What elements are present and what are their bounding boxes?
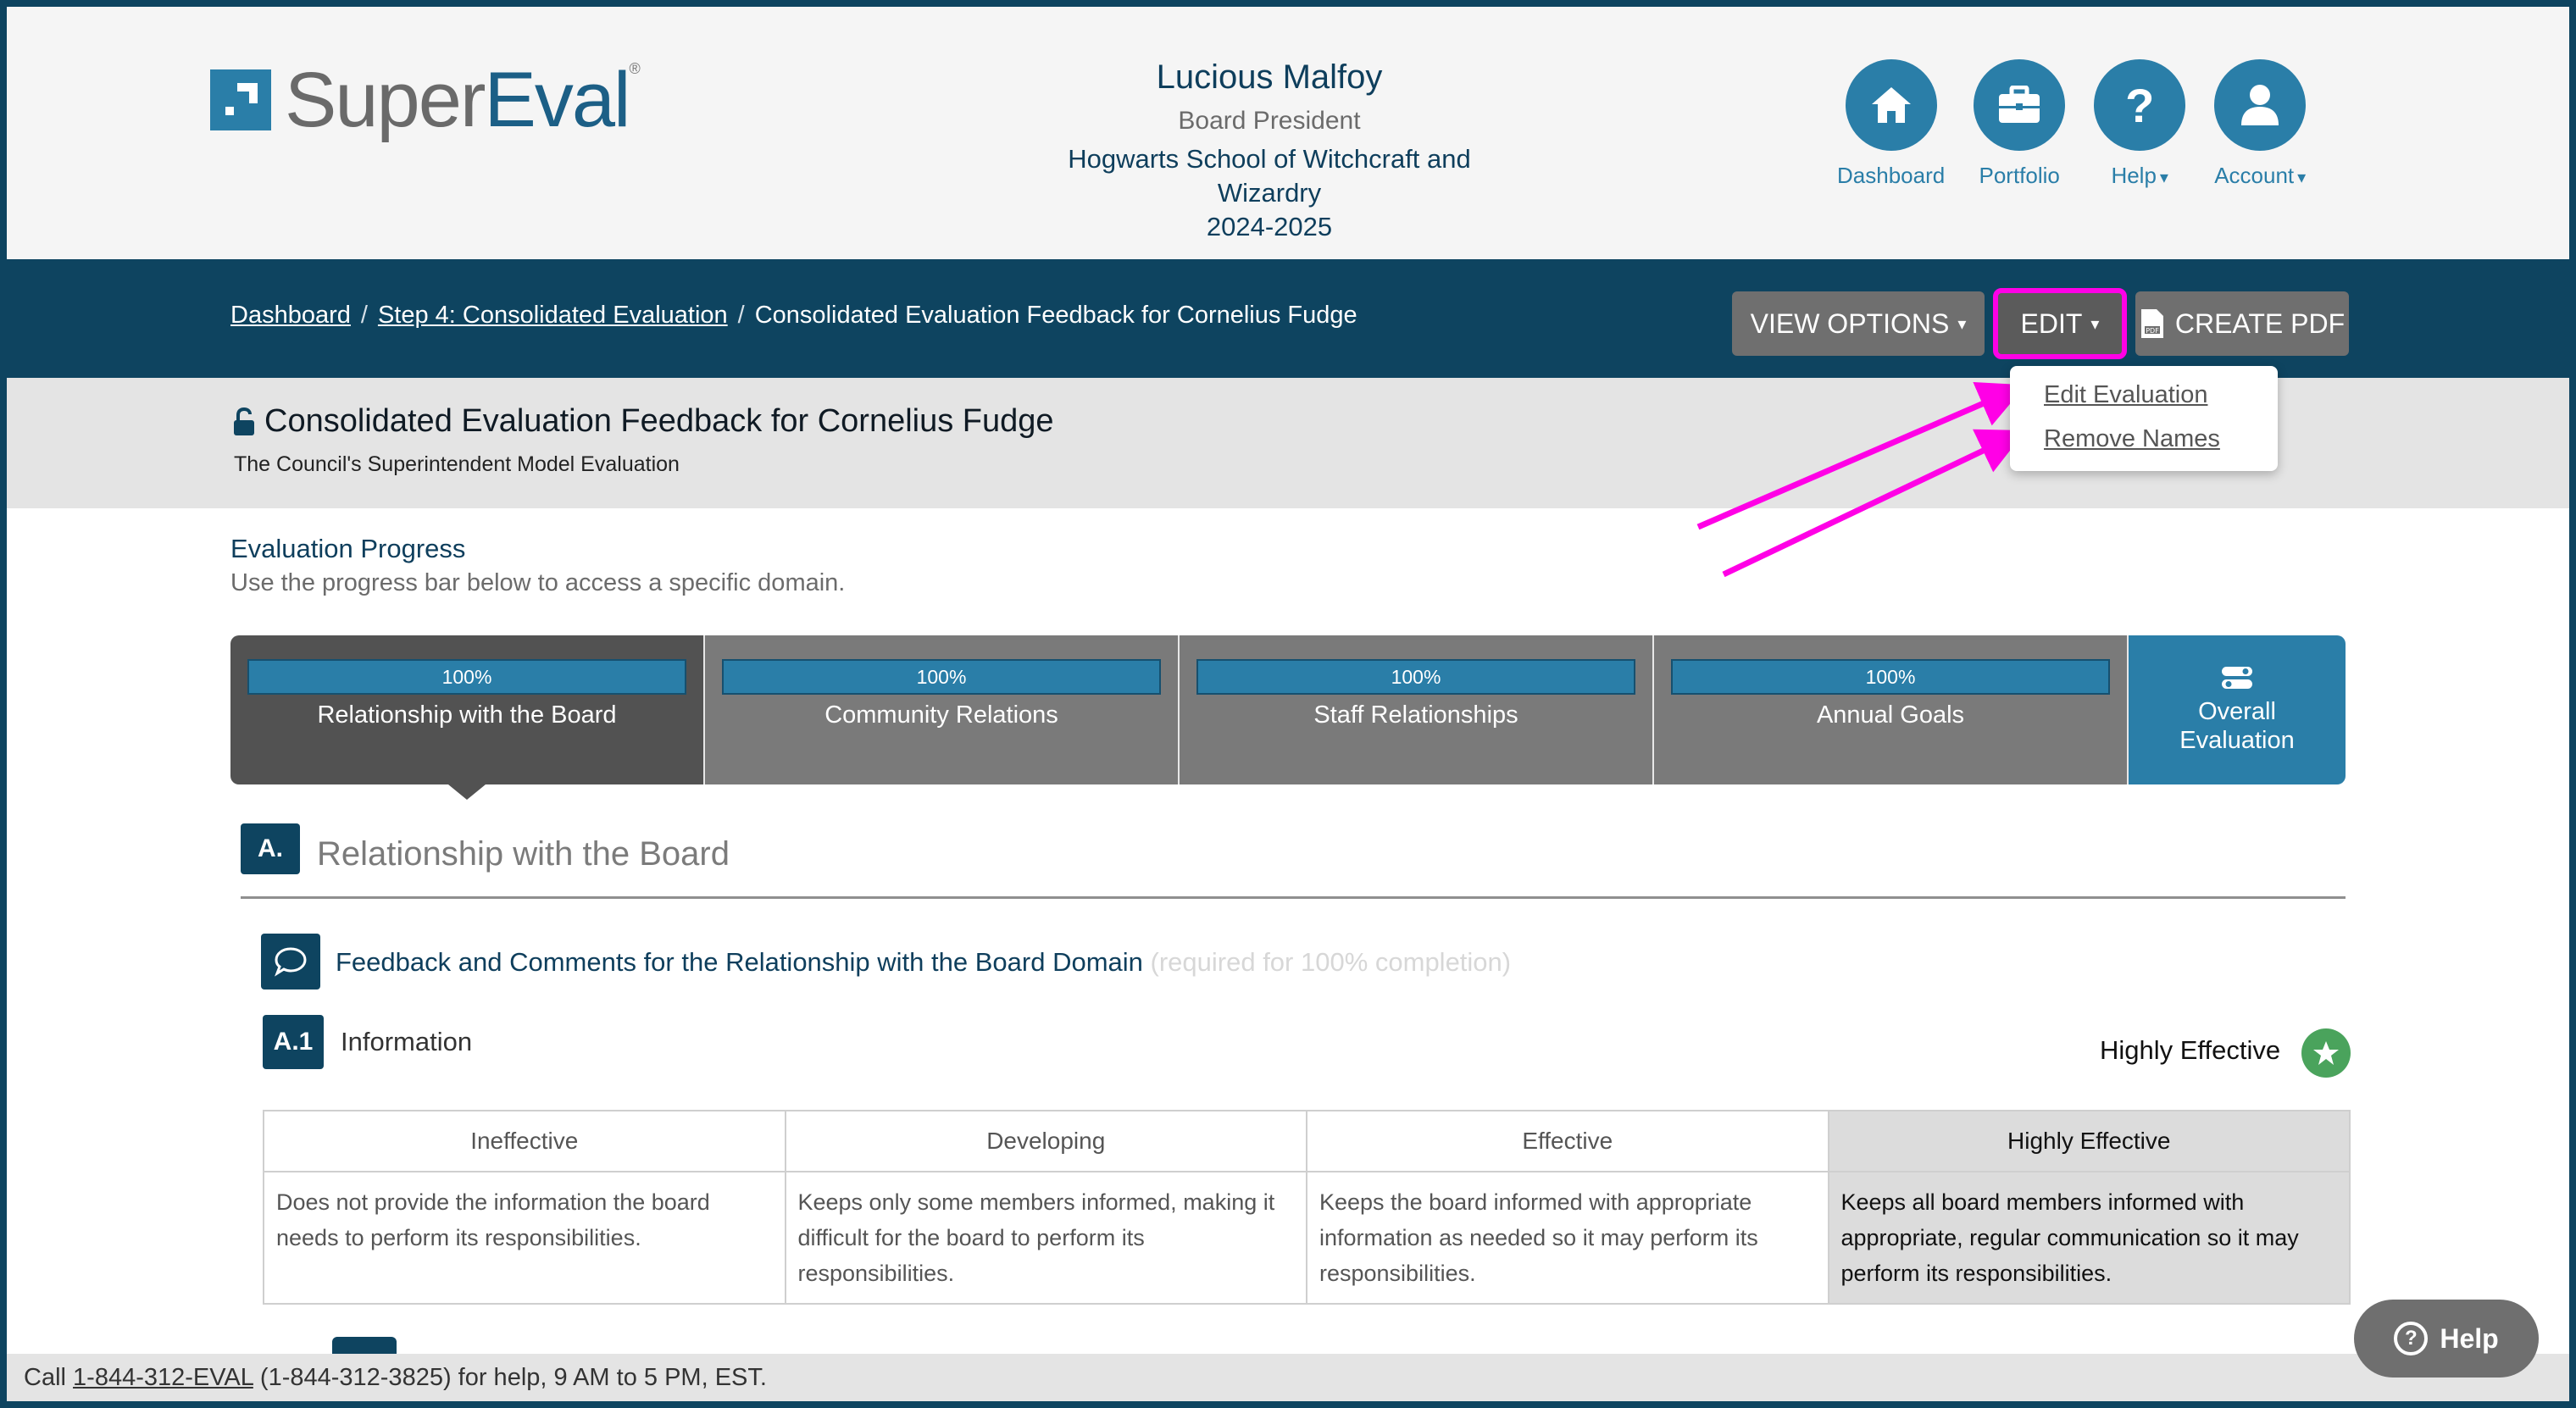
user-organization: Hogwarts School of Witchcraft and Wizard…: [1068, 144, 1471, 208]
rubric-header-effective[interactable]: Effective: [1306, 1110, 1829, 1172]
required-note: (required for 100% completion): [1150, 947, 1512, 977]
domain-badge: A.: [241, 823, 300, 874]
table-row: Does not provide the information the boa…: [263, 1171, 2351, 1305]
breadcrumb-separator: /: [737, 302, 745, 329]
nav-portfolio[interactable]: Portfolio: [1974, 59, 2066, 189]
rubric-table: Ineffective Developing Effective Highly …: [263, 1110, 2351, 1305]
progress-description: Use the progress bar below to access a s…: [230, 569, 846, 596]
progress-tab-label: Staff Relationships: [1313, 701, 1518, 729]
user-year: 2024-2025: [1206, 212, 1333, 241]
app-frame: SuperEval® Lucious Malfoy Board Presiden…: [7, 7, 2569, 1401]
chevron-down-icon: ▾: [2090, 314, 2100, 334]
menu-item-remove-names[interactable]: Remove Names: [2044, 425, 2220, 453]
create-pdf-button[interactable]: PDF CREATE PDF: [2135, 291, 2349, 356]
question-icon: ?: [2394, 1322, 2429, 1355]
nav-account[interactable]: Account ▾: [2214, 59, 2307, 189]
progress-indicator: 100%: [1671, 659, 2110, 695]
pdf-file-icon: PDF: [2140, 309, 2163, 338]
rubric-cell-developing[interactable]: Keeps only some members informed, making…: [784, 1171, 1307, 1305]
view-options-button[interactable]: VIEW OPTIONS ▾: [1732, 291, 1985, 356]
rubric-header-ineffective[interactable]: Ineffective: [263, 1110, 786, 1172]
rubric-header-developing[interactable]: Developing: [784, 1110, 1307, 1172]
user-role: Board President: [1178, 107, 1361, 135]
chevron-down-icon: ▾: [2297, 169, 2307, 187]
progress-tab-annual-goals[interactable]: 100% Annual Goals: [1654, 635, 2129, 784]
menu-item-edit-evaluation[interactable]: Edit Evaluation: [2044, 381, 2207, 409]
nav-help[interactable]: ? Help ▾: [2094, 59, 2186, 189]
progress-indicator: 100%: [722, 659, 1161, 695]
rubric-cell-highly-effective[interactable]: Keeps all board members informed with ap…: [1827, 1171, 2351, 1305]
indicator-title: Information: [341, 1027, 473, 1056]
nav-account-label[interactable]: Account ▾: [2214, 163, 2306, 189]
footer: Call 1-844-312-EVAL (1-844-312-3825) for…: [7, 1354, 2569, 1401]
breadcrumb-step4[interactable]: Step 4: Consolidated Evaluation: [378, 302, 728, 329]
chevron-down-icon: ▾: [1957, 314, 1967, 334]
chevron-down-icon: ▾: [2159, 169, 2168, 187]
breadcrumb-current: Consolidated Evaluation Feedback for Cor…: [754, 302, 1357, 329]
svg-text:PDF: PDF: [2146, 327, 2159, 335]
nav-dashboard-label[interactable]: Dashboard: [1837, 163, 1945, 189]
user-info: Lucious Malfoy Board President Hogwarts …: [1024, 54, 1515, 244]
top-navigation: Dashboard Portfolio ? Help ▾ Account ▾: [1837, 59, 2307, 189]
progress-bar: 100% Relationship with the Board 100% Co…: [230, 635, 2346, 800]
briefcase-icon[interactable]: [1974, 59, 2066, 151]
progress-tab-relationship-with-board[interactable]: 100% Relationship with the Board: [230, 635, 705, 800]
progress-tab-community-relations[interactable]: 100% Community Relations: [705, 635, 1180, 784]
indicator-rating: Highly Effective: [2100, 1035, 2281, 1065]
user-icon[interactable]: [2214, 59, 2307, 151]
header: SuperEval® Lucious Malfoy Board Presiden…: [7, 7, 2569, 259]
progress-tab-overall-evaluation[interactable]: Overall Evaluation: [2129, 635, 2346, 784]
progress-indicator: 100%: [247, 659, 686, 695]
rubric-cell-ineffective[interactable]: Does not provide the information the boa…: [263, 1171, 786, 1305]
user-name: Lucious Malfoy: [1156, 58, 1383, 96]
star-icon: [2301, 1028, 2351, 1078]
feedback-link[interactable]: Feedback and Comments for the Relationsh…: [336, 947, 1511, 978]
breadcrumb-dashboard[interactable]: Dashboard: [230, 302, 351, 329]
logo[interactable]: SuperEval®: [210, 61, 641, 139]
divider: [241, 896, 2346, 899]
page-subtitle: The Council's Superintendent Model Evalu…: [234, 452, 680, 476]
progress-indicator: 100%: [1196, 659, 1635, 695]
toolbar: Dashboard / Step 4: Consolidated Evaluatio…: [7, 259, 2569, 378]
question-icon[interactable]: ?: [2094, 59, 2186, 151]
page-title: Consolidated Evaluation Feedback for Cor…: [232, 403, 1054, 440]
logo-text: SuperEval®: [285, 57, 641, 143]
progress-tab-label: Community Relations: [824, 701, 1058, 729]
help-button[interactable]: ? Help: [2354, 1300, 2539, 1378]
indicator-badge: A.1: [263, 1015, 324, 1069]
nav-portfolio-label[interactable]: Portfolio: [1979, 163, 2060, 189]
phone-link[interactable]: 1-844-312-EVAL: [73, 1364, 253, 1391]
edit-button[interactable]: EDIT ▾: [1993, 288, 2127, 359]
home-icon[interactable]: [1845, 59, 1937, 151]
progress-tab-label: Annual Goals: [1816, 701, 1965, 729]
footer-text: Call 1-844-312-EVAL (1-844-312-3825) for…: [24, 1364, 767, 1391]
progress-tab-staff-relationships[interactable]: 100% Staff Relationships: [1180, 635, 1654, 784]
edit-dropdown-menu: Edit Evaluation Remove Names: [2010, 366, 2278, 471]
comment-icon[interactable]: [261, 934, 320, 989]
domain-title: Relationship with the Board: [317, 835, 730, 873]
rubric-header-highly-effective[interactable]: Highly Effective: [1827, 1110, 2351, 1172]
unlock-icon: [234, 407, 254, 435]
breadcrumb-separator: /: [360, 302, 368, 329]
progress-title: Evaluation Progress: [230, 534, 466, 563]
nav-help-label[interactable]: Help ▾: [2111, 163, 2168, 189]
logo-mark-icon: [210, 69, 271, 130]
progress-tab-label: Relationship with the Board: [317, 701, 617, 729]
rubric-cell-effective[interactable]: Keeps the board informed with appropriat…: [1306, 1171, 1829, 1305]
nav-dashboard[interactable]: Dashboard: [1837, 59, 1945, 189]
overall-evaluation-label: Overall Evaluation: [2179, 698, 2295, 754]
toggle-switches-icon: [2222, 667, 2252, 689]
breadcrumb: Dashboard / Step 4: Consolidated Evaluatio…: [230, 302, 1357, 330]
rubric-header-row: Ineffective Developing Effective Highly …: [263, 1110, 2351, 1172]
